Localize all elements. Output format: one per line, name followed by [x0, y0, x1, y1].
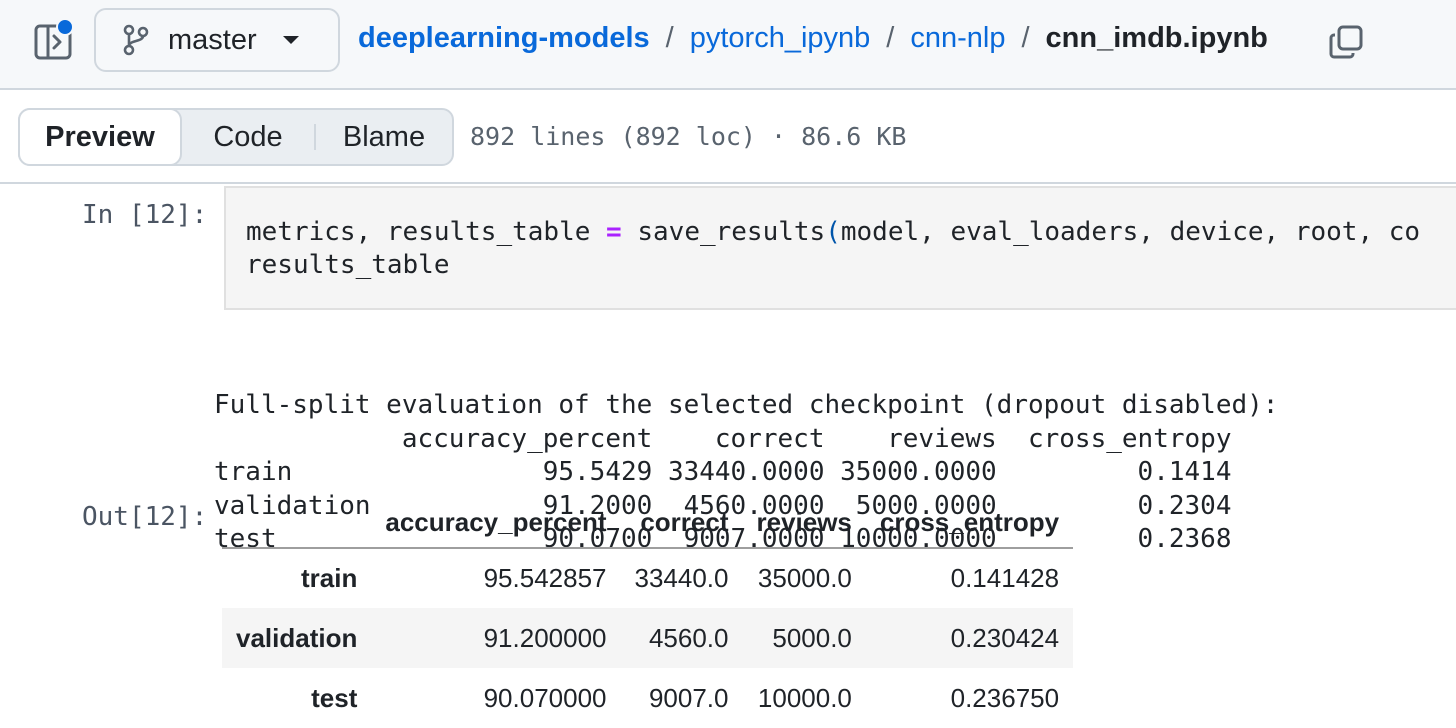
breadcrumb-repo-link[interactable]: deeplearning-models	[358, 22, 650, 55]
sidebar-expand-icon[interactable]	[34, 18, 74, 60]
stream-line: train 95.5429 33440.0000 35000.0000 0.14…	[214, 457, 1232, 487]
tab-blame[interactable]: Blame	[316, 110, 452, 164]
code-token: co	[1373, 217, 1421, 247]
code-token: root	[1279, 217, 1358, 247]
code-token: results_table	[371, 217, 607, 247]
breadcrumb-current-file: cnn_imdb.ipynb	[1045, 22, 1268, 54]
stream-line: accuracy_percent correct reviews cross_e…	[214, 423, 1232, 454]
file-header: master deeplearning-models / pytorch_ipy…	[0, 0, 1456, 90]
code-token: ,	[355, 217, 372, 247]
git-branch-icon	[123, 24, 149, 56]
table-cell: 90.070000	[483, 682, 607, 713]
table-cell: 95.542857	[483, 563, 607, 593]
table-cell: 0.230424	[950, 622, 1060, 653]
table-header-cell: accuracy_percent	[371, 497, 621, 549]
table-row: train 95.542857 33440.0 35000.0 0.141428	[222, 548, 1073, 608]
table-cell: 4560.0	[648, 622, 729, 653]
row-index: validation	[236, 622, 358, 653]
branch-name: master	[168, 23, 257, 56]
code-token: metrics	[246, 217, 356, 247]
input-prompt: In [12]:	[82, 200, 208, 230]
code-token: ,	[919, 217, 935, 247]
breadcrumb-separator: /	[886, 22, 895, 54]
code-cell[interactable]: metrics, results_table = save_results(mo…	[224, 186, 1456, 310]
code-token: model	[840, 217, 920, 247]
branch-selector-button[interactable]: master	[94, 8, 340, 72]
code-token: ,	[1138, 217, 1154, 247]
file-toolbar: Preview Code Blame 892 lines (892 loc) ·…	[0, 92, 1456, 184]
table-header-row: accuracy_percent correct reviews cross_e…	[222, 497, 1074, 549]
row-index: test	[311, 682, 358, 713]
code-token: save_results	[621, 217, 826, 247]
code-token: ,	[1263, 217, 1280, 247]
breadcrumb: deeplearning-models / pytorch_ipynb / cn…	[358, 22, 1268, 55]
results-dataframe: accuracy_percent correct reviews cross_e…	[222, 497, 1074, 728]
table-header-cell: correct	[620, 497, 743, 549]
table-header-cell: cross_entropy	[865, 497, 1074, 549]
output-prompt: Out[12]:	[82, 502, 208, 532]
table-cell: 10000.0	[757, 682, 852, 713]
code-content: metrics, results_table = save_results(mo…	[246, 216, 1420, 282]
table-cell: 0.141428	[950, 563, 1060, 593]
table-cell: 91.200000	[483, 622, 607, 653]
file-info: 892 lines (892 loc) · 86.6 KB	[470, 122, 907, 151]
table-cell: 9007.0	[648, 682, 729, 713]
tab-preview[interactable]: Preview	[18, 108, 182, 166]
table-cell: 33440.0	[634, 563, 729, 593]
code-token: (	[825, 217, 841, 247]
stream-line: Full-split evaluation of the selected ch…	[214, 390, 1279, 420]
table-header-index	[222, 497, 372, 549]
code-operator: =	[606, 217, 622, 247]
code-line-2: results_table	[246, 250, 450, 280]
copy-icon	[1329, 25, 1363, 59]
table-cell: 5000.0	[772, 622, 852, 653]
table-cell: 35000.0	[757, 563, 852, 593]
breadcrumb-separator: /	[1021, 22, 1030, 54]
copy-path-icon[interactable]	[1328, 24, 1364, 60]
code-token: eval_loaders	[934, 217, 1139, 247]
table-row: test 90.070000 9007.0 10000.0 0.236750	[222, 668, 1073, 728]
tab-code[interactable]: Code	[182, 110, 314, 164]
breadcrumb-dir-link[interactable]: pytorch_ipynb	[690, 22, 871, 55]
table-cell: 0.236750	[950, 682, 1060, 713]
row-index: train	[301, 563, 358, 593]
code-token: device	[1153, 217, 1264, 247]
table-row: validation 91.200000 4560.0 5000.0 0.230…	[222, 608, 1074, 668]
breadcrumb-separator: /	[665, 22, 674, 54]
triangle-down-icon	[282, 36, 299, 44]
table-header-cell: reviews	[742, 497, 866, 549]
breadcrumb-subdir-link[interactable]: cnn-nlp	[910, 22, 1005, 55]
view-mode-tabs: Preview Code Blame	[18, 108, 454, 166]
notification-dot	[56, 18, 74, 36]
code-token: ,	[1357, 217, 1374, 247]
